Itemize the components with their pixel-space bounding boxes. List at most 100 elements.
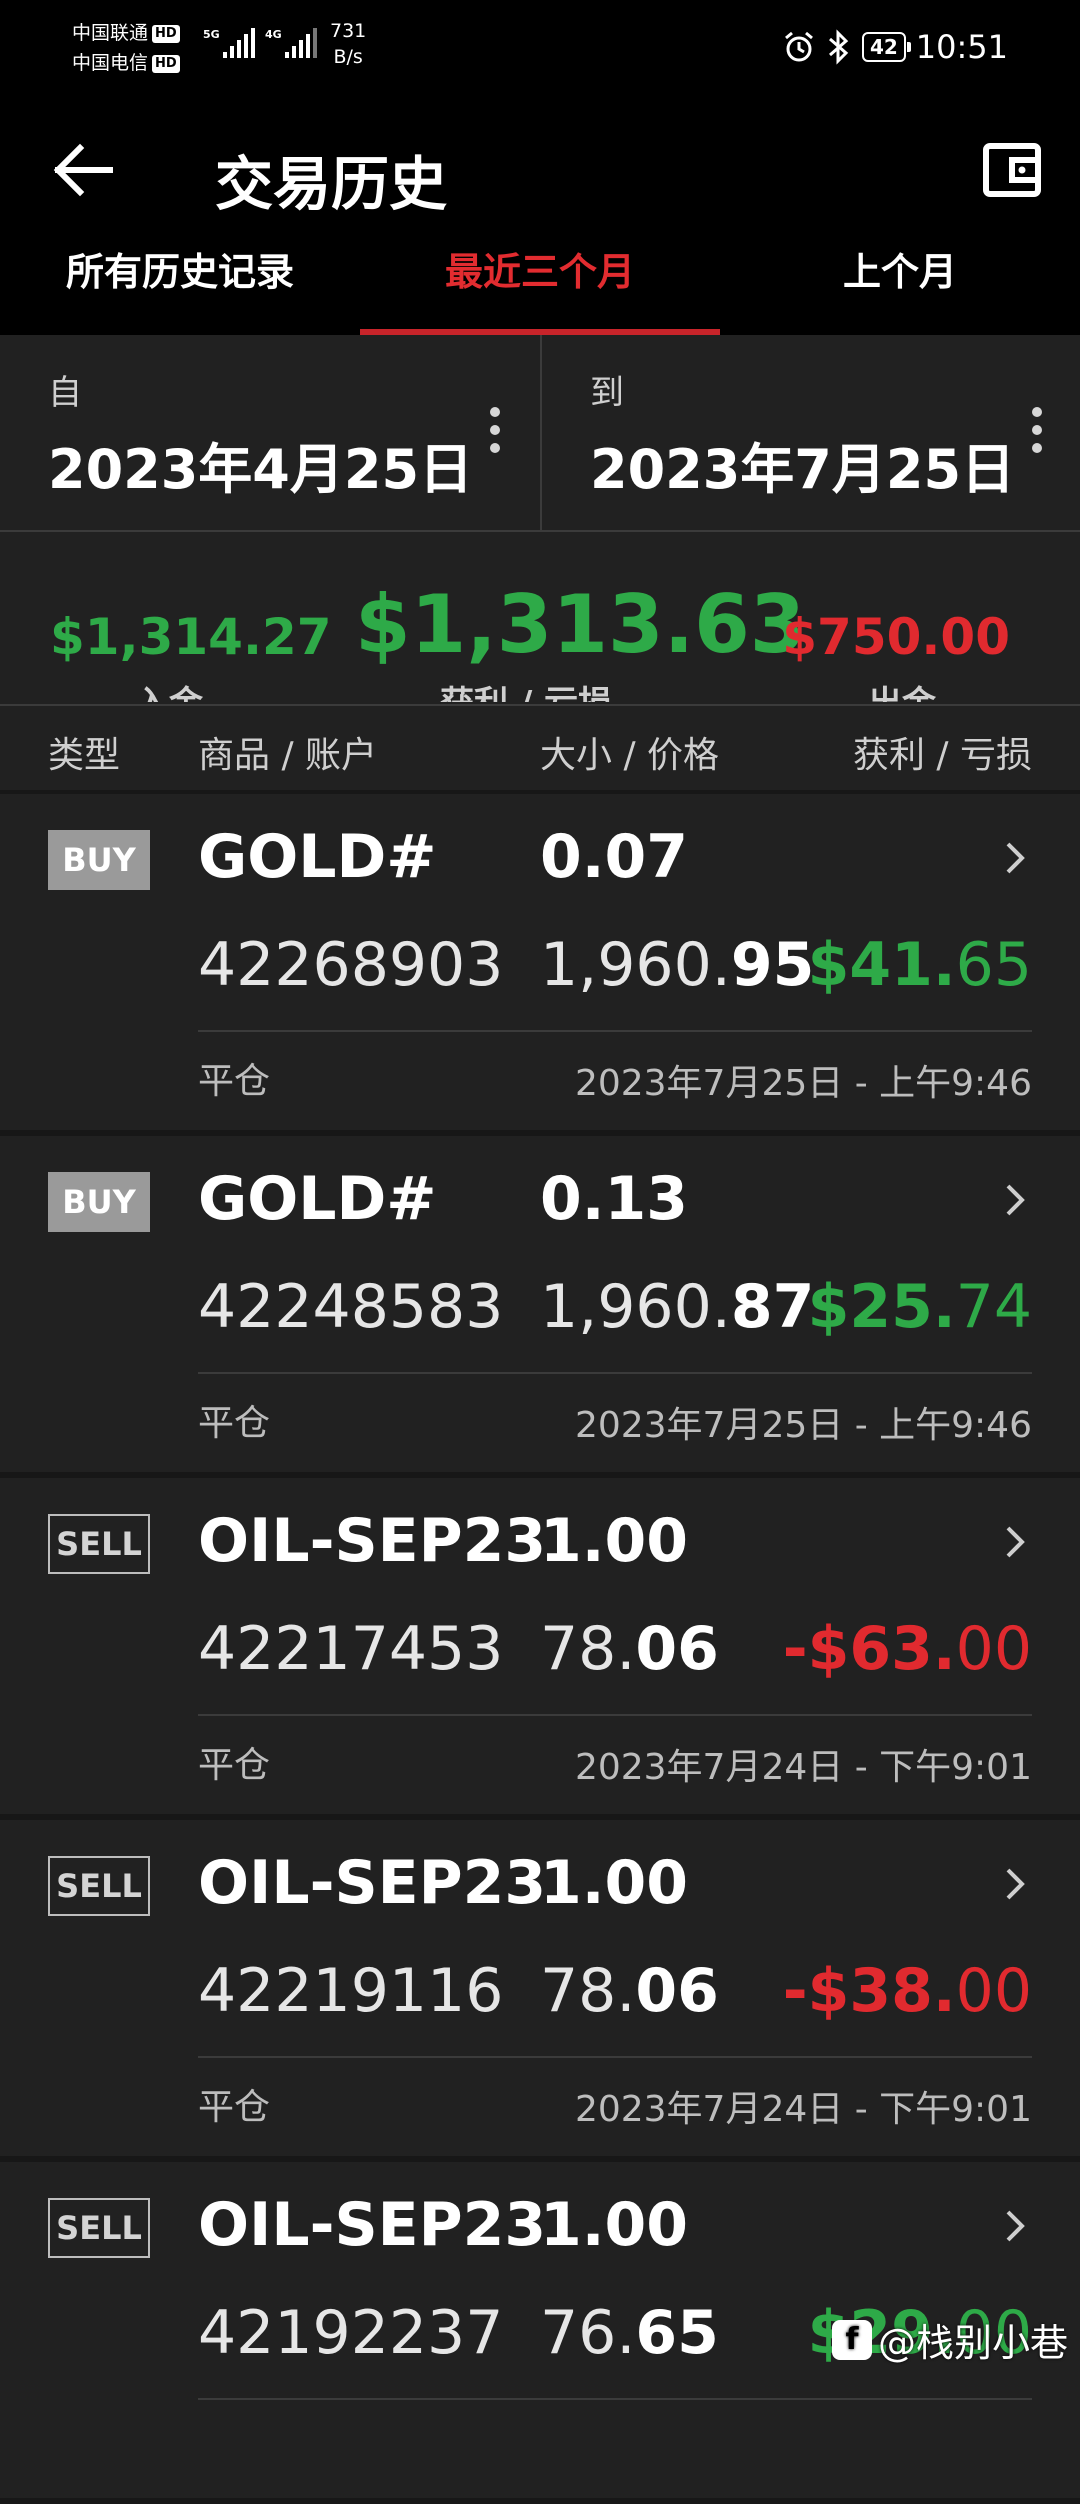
column-type: 类型 bbox=[48, 735, 121, 776]
trade-profit-cents: 65 bbox=[955, 930, 1032, 1000]
trade-close-time: 2023年7月24日 - 下午9:01 bbox=[574, 1747, 1032, 1788]
chevron-right-icon[interactable] bbox=[1000, 1522, 1030, 1562]
to-date-label: 到 bbox=[590, 373, 624, 413]
bluetooth-icon bbox=[828, 29, 849, 65]
network-speed: 731 B/s bbox=[330, 18, 366, 70]
trade-price: 78.06 bbox=[540, 1614, 719, 1684]
profit-label: 获利 / 亏损 bbox=[440, 676, 612, 702]
trade-ticket: 42248583 bbox=[198, 1272, 504, 1342]
to-date-value: 2023年7月25日 bbox=[590, 438, 1016, 501]
table-header: 类型 商品 / 账户 大小 / 价格 获利 / 亏损 bbox=[0, 704, 1080, 794]
trade-ticket: 42217453 bbox=[198, 1614, 504, 1684]
trade-profit-main: $41. bbox=[807, 930, 956, 1000]
trade-row[interactable]: SELL OIL-SEP23 1.00 42219116 78.06 -$38.00 平仓 2… bbox=[0, 1818, 1080, 2162]
withdraw-label: 出金 bbox=[868, 676, 936, 702]
network-speed-value: 731 bbox=[330, 20, 367, 42]
hd-badge-2: HD bbox=[152, 54, 180, 73]
svg-text:5G: 5G bbox=[203, 28, 220, 41]
svg-text:4G: 4G bbox=[265, 28, 282, 41]
tab-last-three-months[interactable]: 最近三个月 bbox=[360, 235, 720, 335]
trade-price-tail: 06 bbox=[635, 1614, 719, 1684]
column-size-price: 大小 / 价格 bbox=[540, 735, 720, 776]
trade-type-badge: SELL bbox=[48, 2198, 150, 2258]
status-icons: 42 10:51 bbox=[782, 24, 1008, 70]
hd-badge-1: HD bbox=[152, 24, 180, 43]
trade-price-tail: 65 bbox=[635, 2298, 719, 2368]
trade-price-main: 78. bbox=[540, 1614, 636, 1684]
status-time: 10:51 bbox=[915, 28, 1008, 66]
column-symbol-account: 商品 / 账户 bbox=[198, 735, 378, 776]
trade-volume: 1.00 bbox=[540, 1848, 689, 1918]
trade-row[interactable]: BUY GOLD# 0.13 42248583 1,960.87 $25.74 平仓 2023… bbox=[0, 1134, 1080, 1478]
trade-ticket: 42219116 bbox=[198, 1956, 504, 2026]
trade-price-main: 1,960. bbox=[540, 930, 731, 1000]
trade-close-time: 2023年7月25日 - 上午9:46 bbox=[574, 1063, 1032, 1104]
trade-price-tail: 87 bbox=[730, 1272, 815, 1342]
trade-volume: 1.00 bbox=[540, 1506, 689, 1576]
trade-symbol: OIL-SEP23 bbox=[198, 2190, 547, 2260]
from-date-picker[interactable]: 自 2023年4月25日 bbox=[0, 335, 540, 530]
to-date-picker[interactable]: 到 2023年7月25日 bbox=[540, 335, 1080, 530]
network-speed-unit: B/s bbox=[333, 46, 363, 68]
carrier-1: 中国联通 bbox=[72, 22, 149, 44]
trade-price-main: 1,960. bbox=[540, 1272, 731, 1342]
chevron-right-icon[interactable] bbox=[1000, 838, 1030, 878]
trade-price-tail: 06 bbox=[635, 1956, 719, 2026]
trade-price-main: 76. bbox=[540, 2298, 636, 2368]
from-date-label: 自 bbox=[48, 373, 82, 413]
carrier-info: 中国联通 HD 中国电信 HD bbox=[72, 18, 180, 78]
trade-profit: $41.65 bbox=[808, 930, 1032, 1000]
row-divider bbox=[198, 1030, 1032, 1032]
chevron-right-icon[interactable] bbox=[1000, 1864, 1030, 1904]
trade-row[interactable]: BUY GOLD# 0.07 42268903 1,960.95 $41.65 平仓 2023… bbox=[0, 792, 1080, 1136]
trade-volume: 0.13 bbox=[540, 1164, 689, 1234]
chevron-right-icon[interactable] bbox=[1000, 2206, 1030, 2246]
watermark: f @栈别小巷 bbox=[831, 2312, 1068, 2367]
column-profit-loss: 获利 / 亏损 bbox=[852, 735, 1032, 776]
deposit-total: $1,314.27 bbox=[50, 608, 332, 666]
signal-strength-icon: 5G 4G bbox=[203, 28, 317, 58]
chevron-right-icon[interactable] bbox=[1000, 1180, 1030, 1220]
trade-state: 平仓 bbox=[198, 1061, 271, 1102]
trade-profit-main: $25. bbox=[807, 1272, 956, 1342]
trade-volume: 1.00 bbox=[540, 2190, 689, 2260]
trade-row[interactable]: SELL OIL-SEP23 1.00 42217453 78.06 -$63.00 平仓 2… bbox=[0, 1476, 1080, 1820]
arrow-left-icon[interactable] bbox=[50, 140, 120, 200]
profit-total: $1,313.63 bbox=[355, 578, 806, 671]
trade-profit: -$63.00 bbox=[783, 1614, 1032, 1684]
trade-profit-main: -$38. bbox=[782, 1956, 956, 2026]
more-vertical-icon[interactable] bbox=[488, 407, 502, 463]
trade-profit-cents: 00 bbox=[955, 1956, 1032, 2026]
trade-profit-cents: 74 bbox=[955, 1272, 1032, 1342]
withdraw-total: $750.00 bbox=[782, 608, 1010, 666]
trade-price-main: 78. bbox=[540, 1956, 636, 2026]
trade-price: 1,960.95 bbox=[540, 930, 814, 1000]
trade-state: 平仓 bbox=[198, 2087, 271, 2128]
battery-indicator: 42 bbox=[861, 32, 911, 62]
row-divider bbox=[198, 1372, 1032, 1374]
date-range: 自 2023年4月25日 到 2023年7月25日 bbox=[0, 335, 1080, 532]
page-title: 交易历史 bbox=[215, 150, 448, 218]
row-divider bbox=[198, 2056, 1032, 2058]
trade-profit-main: -$63. bbox=[782, 1614, 956, 1684]
from-date-value: 2023年4月25日 bbox=[48, 438, 474, 501]
trade-close-time: 2023年7月25日 - 上午9:46 bbox=[574, 1405, 1032, 1446]
trade-volume: 0.07 bbox=[540, 822, 689, 892]
wallet-icon[interactable] bbox=[982, 140, 1042, 200]
alarm-icon bbox=[784, 31, 813, 62]
watermark-logo: f bbox=[831, 2319, 872, 2360]
trade-type-badge: SELL bbox=[48, 1856, 150, 1916]
trade-ticket: 42268903 bbox=[198, 930, 504, 1000]
tab-last-month[interactable]: 上个月 bbox=[720, 235, 1080, 335]
trade-price: 1,960.87 bbox=[540, 1272, 814, 1342]
trade-profit: -$38.00 bbox=[783, 1956, 1032, 2026]
deposit-label: 入金 bbox=[135, 676, 203, 702]
period-tabs: 所有历史记录 最近三个月 上个月 bbox=[0, 235, 1080, 335]
tab-all-history[interactable]: 所有历史记录 bbox=[0, 235, 360, 335]
trade-profit-cents: 00 bbox=[955, 1614, 1032, 1684]
trade-symbol: GOLD# bbox=[198, 822, 437, 892]
more-vertical-icon[interactable] bbox=[1030, 407, 1044, 463]
watermark-text: @栈别小巷 bbox=[877, 2321, 1068, 2365]
trade-symbol: OIL-SEP23 bbox=[198, 1506, 547, 1576]
trade-state: 平仓 bbox=[198, 1403, 271, 1444]
